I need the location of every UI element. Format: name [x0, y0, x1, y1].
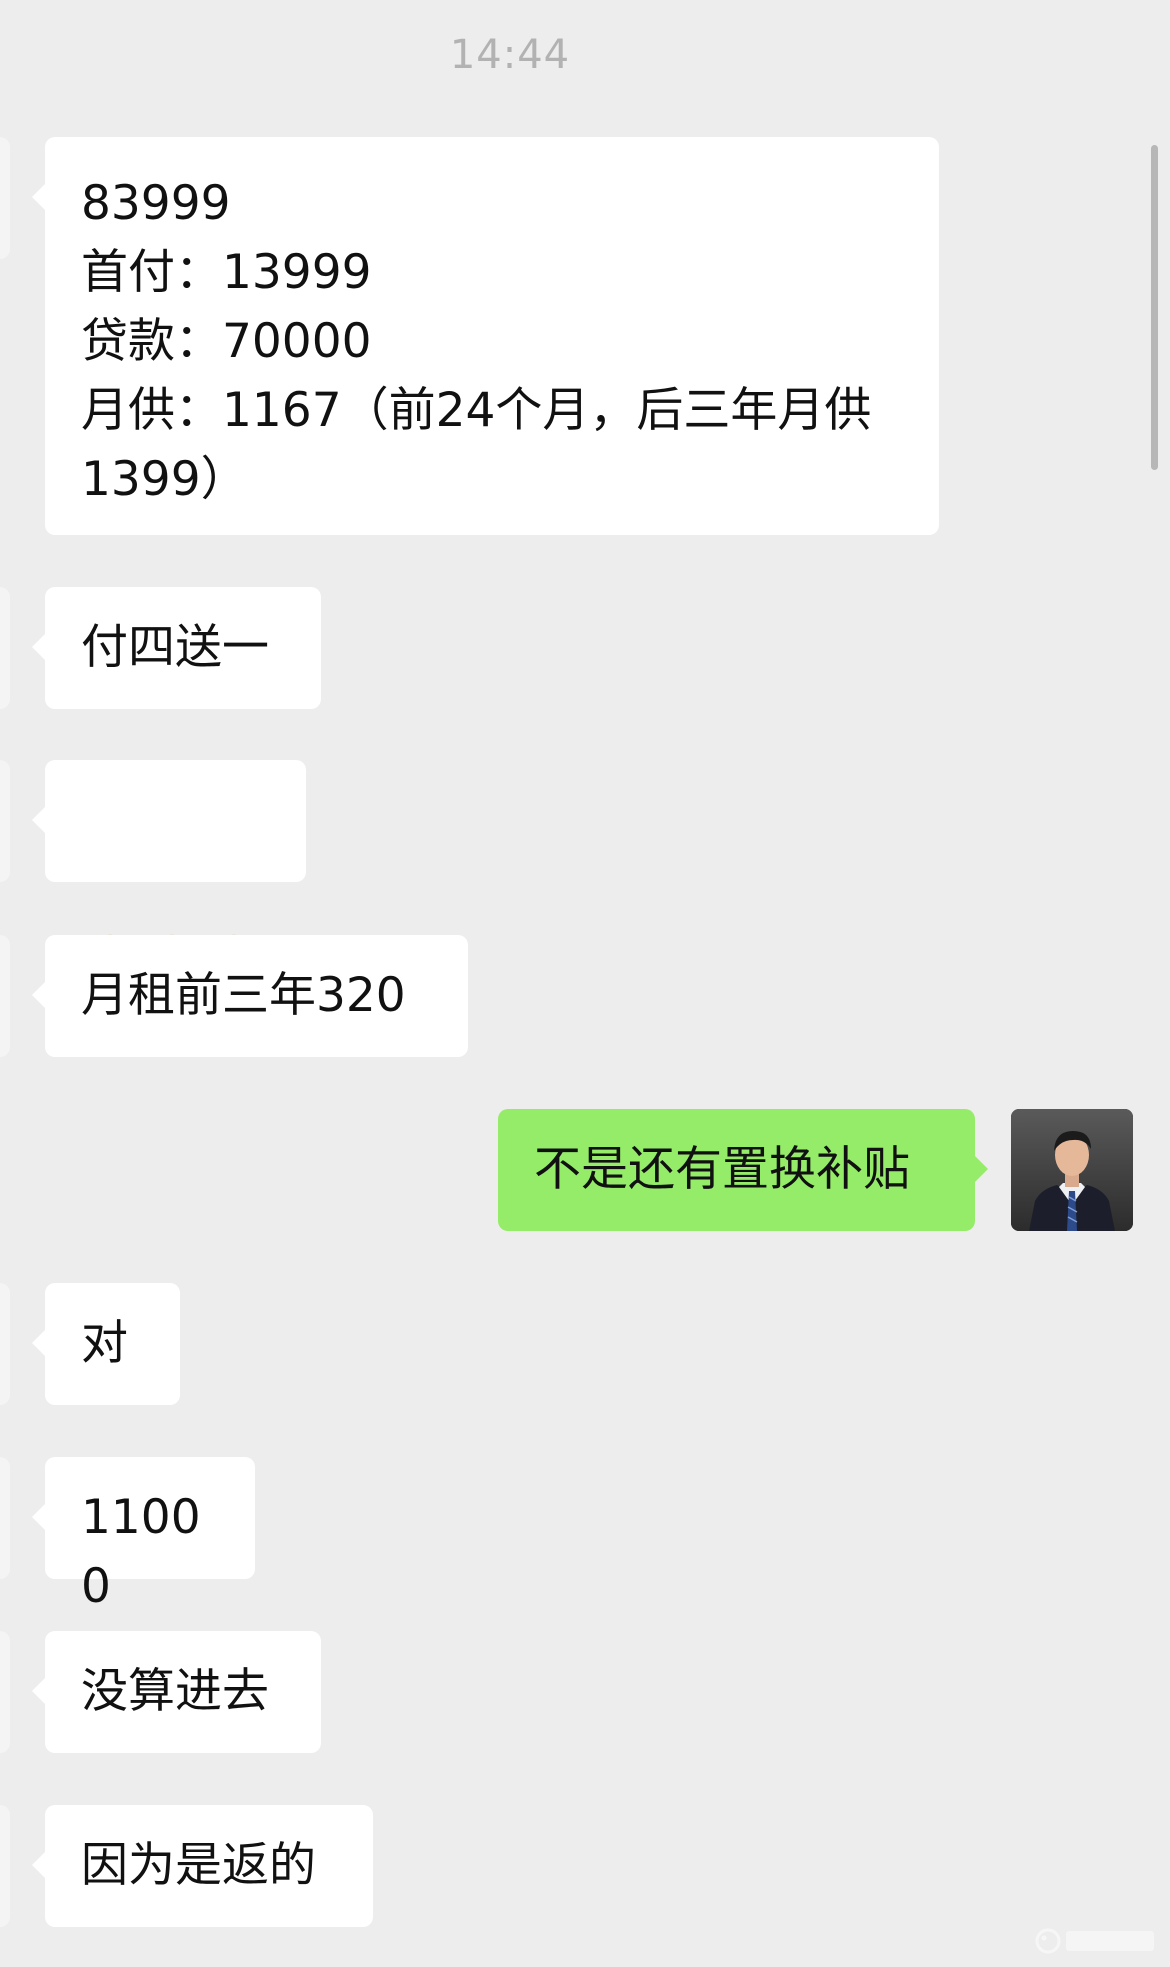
contact-avatar[interactable]	[0, 1283, 10, 1405]
message-bubble-emoji[interactable]	[32, 760, 306, 987]
contact-avatar[interactable]	[0, 1805, 10, 1927]
scrollbar[interactable]	[1151, 145, 1158, 470]
message-bubble-received[interactable]: 没算进去	[32, 1631, 321, 1753]
message-bubble-sent[interactable]: 不是还有置换补贴	[498, 1109, 988, 1231]
contact-avatar[interactable]	[0, 1631, 10, 1753]
contact-avatar[interactable]	[0, 1457, 10, 1579]
contact-avatar[interactable]	[0, 137, 10, 259]
message-bubble-received[interactable]: 因为是返的	[32, 1805, 373, 1927]
watermark-logo	[1035, 1928, 1154, 1954]
contact-avatar[interactable]	[0, 760, 10, 882]
message-bubble-received[interactable]: 11000	[32, 1457, 255, 1614]
message-bubble-received[interactable]: 付四送一	[32, 587, 321, 709]
chat-window: 14:44 83999 首付：13999 贷款：70000 月供：1167（前2…	[0, 0, 1170, 1967]
user-avatar[interactable]	[1011, 1109, 1133, 1231]
message-bubble-received[interactable]: 83999 首付：13999 贷款：70000 月供：1167（前24个月，后三…	[32, 137, 939, 535]
user-avatar-photo	[1011, 1109, 1133, 1231]
contact-avatar[interactable]	[0, 935, 10, 1057]
message-bubble-received[interactable]: 对	[32, 1283, 180, 1405]
message-timestamp: 14:44	[449, 32, 571, 78]
contact-avatar[interactable]	[0, 587, 10, 709]
message-bubble-received[interactable]: 月租前三年320	[32, 935, 468, 1057]
